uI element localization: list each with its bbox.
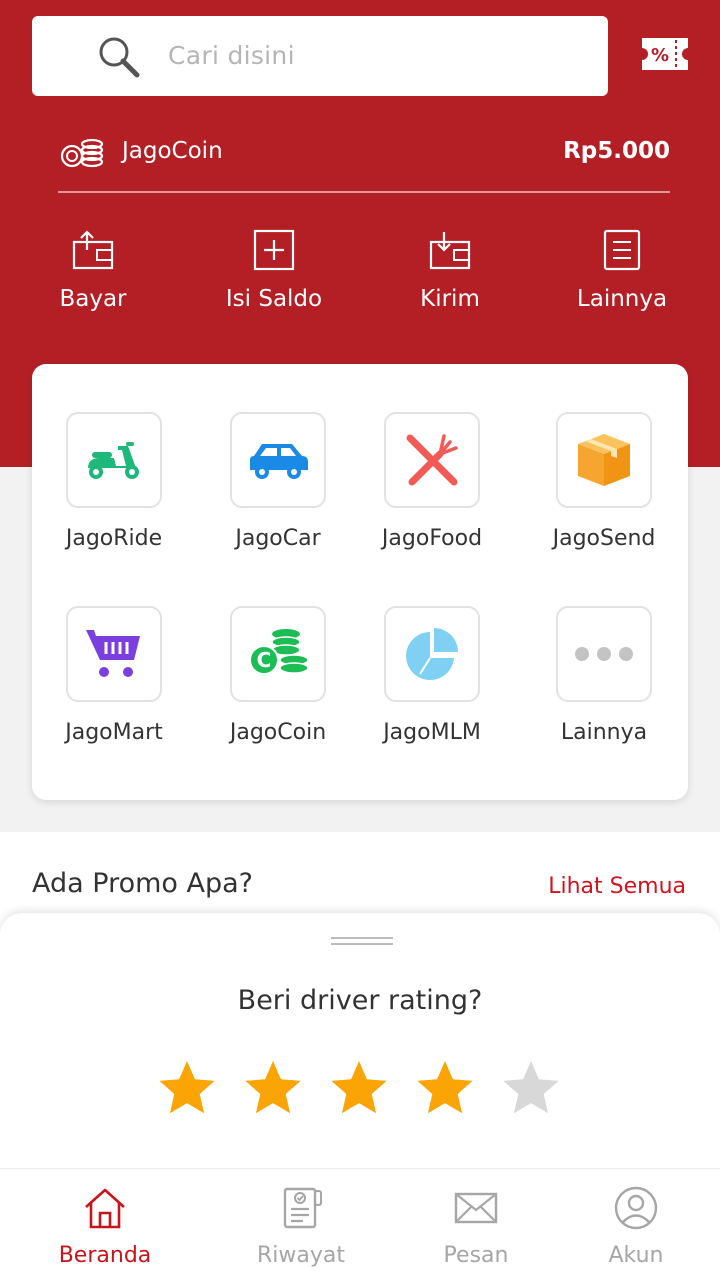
see-all-link[interactable]: Lihat Semua [548, 874, 686, 899]
package-icon [578, 434, 630, 486]
service-icon-box [66, 412, 162, 508]
coins-icon [60, 138, 104, 168]
action-lainnya[interactable]: Lainnya [542, 228, 702, 318]
wallet-label: JagoCoin [122, 138, 223, 164]
search-icon [99, 37, 140, 78]
nav-beranda[interactable]: Beranda [35, 1185, 175, 1268]
action-label: Bayar [59, 286, 127, 312]
action-kirim[interactable]: Kirim [370, 228, 530, 318]
service-label: JagoFood [381, 526, 483, 551]
service-jagocar[interactable]: JagoCar [203, 412, 353, 572]
wallet-row[interactable]: JagoCoin Rp5.000 [60, 134, 670, 174]
services-card: JagoRide JagoCar JagoFood JagoSend JagoM… [32, 364, 688, 800]
service-lainnya[interactable]: Lainnya [529, 606, 679, 766]
rating-sheet: Beri driver rating? [0, 913, 720, 1173]
star-3-icon[interactable] [328, 1059, 390, 1121]
topup-icon [253, 229, 295, 271]
promo-title: Ada Promo Apa? [32, 868, 253, 899]
service-icon-box [230, 412, 326, 508]
service-jagofood[interactable]: JagoFood [357, 412, 507, 572]
nav-label: Pesan [443, 1243, 509, 1268]
service-icon-box [66, 606, 162, 702]
pie-chart-icon [406, 628, 458, 680]
search-bar[interactable]: Cari disini [32, 16, 608, 96]
service-jagoride[interactable]: JagoRide [39, 412, 189, 572]
header-divider [58, 191, 670, 193]
star-2-icon[interactable] [242, 1059, 304, 1121]
service-label: JagoMart [65, 720, 163, 745]
nav-pesan[interactable]: Pesan [406, 1185, 546, 1268]
car-icon [250, 444, 308, 479]
star-5-icon[interactable] [500, 1059, 562, 1121]
service-icon-box [384, 412, 480, 508]
service-label: Lainnya [560, 720, 648, 745]
service-icon-box [556, 412, 652, 508]
service-label: JagoCoin [229, 720, 327, 745]
home-icon [85, 1188, 125, 1229]
scooter-icon [88, 442, 139, 479]
nav-label: Riwayat [257, 1243, 345, 1268]
service-icon-box [384, 606, 480, 702]
account-icon [614, 1186, 658, 1230]
nav-riwayat[interactable]: Riwayat [231, 1185, 371, 1268]
service-jagomart[interactable]: JagoMart [39, 606, 189, 766]
service-label: JagoRide [65, 526, 163, 551]
service-icon-box [556, 606, 652, 702]
search-placeholder: Cari disini [168, 41, 295, 70]
history-icon [283, 1187, 322, 1229]
star-4-icon[interactable] [414, 1059, 476, 1121]
fork-knife-icon [406, 434, 458, 486]
send-icon [429, 232, 471, 270]
menu-list-icon [603, 229, 641, 271]
service-jagocoin[interactable]: C JagoCoin [203, 606, 353, 766]
sheet-handle[interactable] [331, 937, 393, 945]
more-dots-icon [575, 647, 633, 661]
pay-icon [72, 230, 114, 270]
service-label: JagoMLM [383, 720, 481, 745]
mail-icon [454, 1192, 498, 1224]
service-icon-box: C [230, 606, 326, 702]
nav-akun[interactable]: Akun [566, 1185, 706, 1268]
svg-text:C: C [257, 648, 272, 672]
voucher-icon[interactable]: % [640, 34, 690, 74]
action-label: Lainnya [576, 286, 668, 312]
cart-icon [86, 630, 140, 677]
service-jagomlm[interactable]: JagoMLM [357, 606, 507, 766]
svg-text:%: % [651, 45, 669, 66]
nav-label: Beranda [58, 1243, 152, 1268]
wallet-balance: Rp5.000 [563, 138, 670, 164]
service-label: JagoSend [552, 526, 656, 551]
service-jagosend[interactable]: JagoSend [529, 412, 679, 572]
service-label: JagoCar [235, 526, 321, 551]
action-isi-saldo[interactable]: Isi Saldo [194, 228, 354, 318]
action-bayar[interactable]: Bayar [13, 228, 173, 318]
coins-stack-icon: C [249, 629, 309, 675]
bottom-nav: Beranda Riwayat Pesan Akun [0, 1168, 720, 1280]
action-label: Isi Saldo [225, 286, 323, 312]
rating-stars [156, 1059, 566, 1123]
rating-title: Beri driver rating? [237, 985, 483, 1016]
nav-label: Akun [608, 1243, 664, 1268]
action-label: Kirim [420, 286, 480, 312]
star-1-icon[interactable] [156, 1059, 218, 1121]
